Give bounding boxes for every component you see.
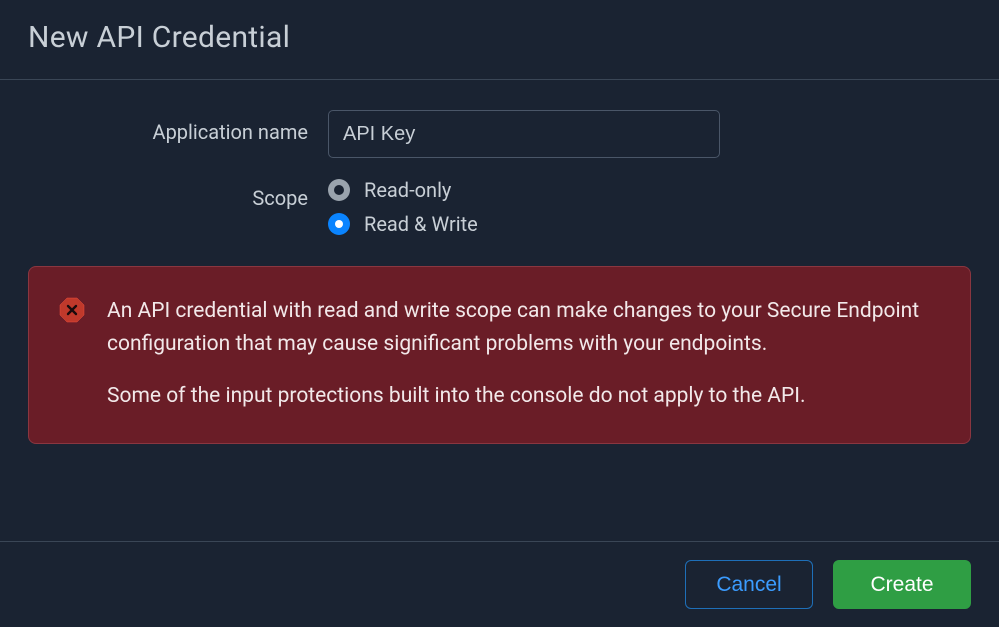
error-icon [59,295,85,327]
application-name-control [328,110,720,158]
radio-unchecked-icon [328,179,350,201]
radio-checked-icon [328,213,350,235]
application-name-row: Application name [28,110,971,158]
alert-text: An API credential with read and write sc… [107,295,938,413]
scope-read-write-option[interactable]: Read & Write [328,212,478,236]
scope-row: Scope Read-only Read & Write [28,176,971,236]
scope-read-write-label: Read & Write [364,212,478,236]
warning-alert: An API credential with read and write sc… [28,266,971,444]
dialog-footer: Cancel Create [0,541,999,627]
create-button[interactable]: Create [833,560,971,609]
scope-read-only-option[interactable]: Read-only [328,178,478,202]
scope-radio-group: Read-only Read & Write [328,176,478,236]
cancel-button[interactable]: Cancel [685,560,813,609]
dialog-header: New API Credential [0,0,999,80]
scope-read-only-label: Read-only [364,178,451,202]
page-title: New API Credential [28,20,971,55]
alert-paragraph-1: An API credential with read and write sc… [107,295,938,360]
dialog-content: Application name Scope Read-only Read & … [0,80,999,541]
application-name-label: Application name [28,110,328,144]
scope-label: Scope [28,176,328,210]
alert-paragraph-2: Some of the input protections built into… [107,380,938,413]
application-name-input[interactable] [328,110,720,158]
